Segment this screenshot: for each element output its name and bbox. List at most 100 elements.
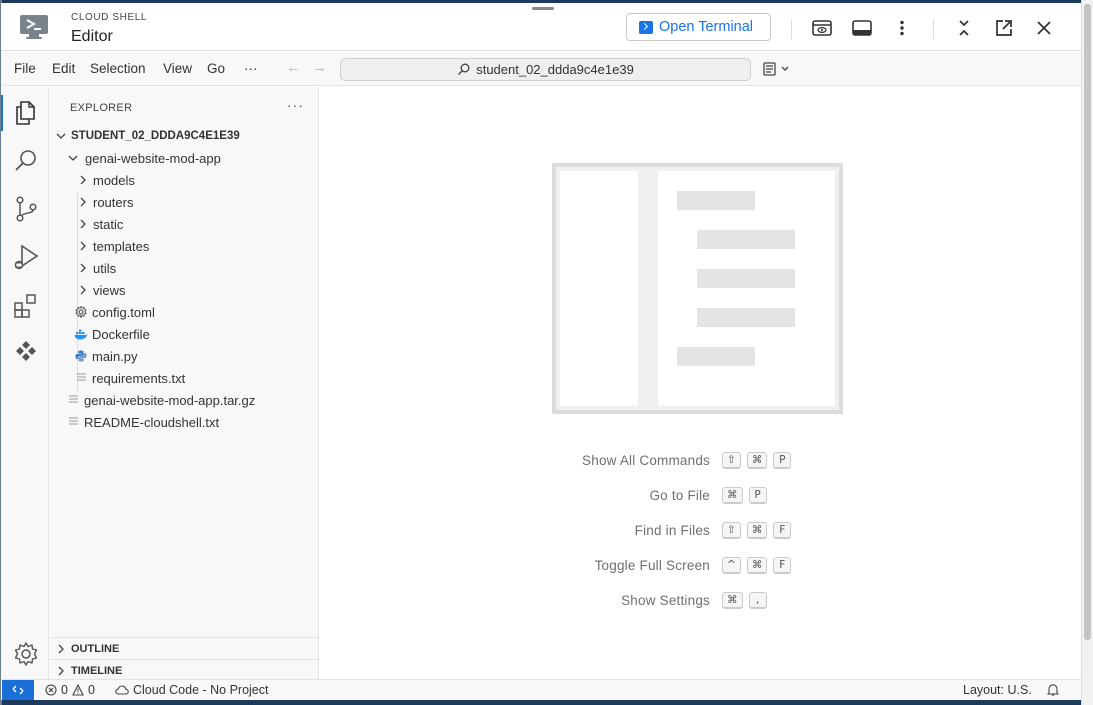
remote-indicator-button[interactable] (2, 680, 34, 700)
close-button[interactable] (1031, 15, 1057, 41)
tree-item-label: routers (93, 194, 134, 210)
open-new-window-button[interactable] (991, 15, 1017, 41)
drag-handle[interactable] (532, 7, 554, 10)
close-icon (1037, 21, 1051, 35)
tree-item-label: README-cloudshell.txt (84, 414, 220, 430)
page-scrollbar-thumb[interactable] (1084, 4, 1091, 640)
keyboard-layout-status[interactable]: Layout: U.S. (963, 683, 1032, 697)
shortcut-label: Show All Commands (582, 452, 710, 468)
toggle-panel-button[interactable] (849, 15, 875, 41)
settings-gear-icon[interactable] (12, 640, 40, 668)
text-file-icon (69, 395, 78, 403)
tree-item-folder[interactable]: genai-website-mod-app (50, 147, 319, 169)
outline-section[interactable]: OUTLINE (50, 637, 319, 659)
extensions-icon[interactable] (12, 291, 40, 319)
minimize-button[interactable] (951, 15, 977, 41)
chevron-down-icon (68, 155, 78, 161)
more-vert-icon (900, 20, 904, 36)
shortcut-label: Toggle Full Screen (594, 557, 710, 573)
bell-icon (1047, 684, 1059, 696)
more-options-button[interactable] (889, 15, 915, 41)
keycap: P (773, 451, 792, 469)
keycap: ⇧ (722, 451, 741, 469)
run-debug-icon[interactable] (12, 243, 40, 271)
tree-item-file[interactable]: main.py (50, 345, 319, 367)
forward-arrow-icon[interactable]: → (312, 59, 327, 76)
chevron-right-icon (80, 263, 86, 273)
error-icon (45, 684, 57, 696)
header-divider (791, 19, 792, 39)
chevron-right-icon (80, 197, 86, 207)
command-center-search[interactable]: student_02_ddda9c4e1e39 (340, 58, 751, 81)
open-in-new-icon (996, 20, 1012, 36)
keycap: ^ (722, 556, 741, 574)
tree-item-label: static (93, 216, 124, 232)
docker-icon (74, 329, 88, 339)
tree-item-file[interactable]: README-cloudshell.txt (50, 411, 319, 433)
tree-item-folder[interactable]: static (50, 213, 319, 235)
menu-file[interactable]: File (14, 61, 36, 76)
cloud-code-icon[interactable] (12, 339, 40, 367)
cloud-shell-editor-window: CLOUD SHELL Editor Open Terminal File Ed… (1, 3, 1081, 700)
tree-item-file[interactable]: genai-website-mod-app.tar.gz (50, 389, 319, 411)
chevron-right-icon (58, 666, 64, 675)
layout-controls-button[interactable] (763, 60, 793, 78)
cloud-code-status[interactable]: Cloud Code - No Project (115, 683, 268, 697)
notifications-button[interactable] (1047, 683, 1059, 696)
keycap: ⇧ (722, 521, 741, 539)
chevron-right-icon (58, 644, 64, 653)
tree-item-label: genai-website-mod-app.tar.gz (84, 392, 256, 408)
tree-item-folder[interactable]: routers (50, 191, 319, 213)
header-subtitle: CLOUD SHELL (71, 12, 148, 23)
chevron-right-icon (80, 219, 86, 229)
workspace-root[interactable]: STUDENT_02_DDDA9C4E1E39 (50, 125, 319, 147)
tree-item-file[interactable]: requirements.txt (50, 367, 319, 389)
keycap: ⌘ (746, 451, 768, 469)
keycap: ⌘ (722, 486, 743, 504)
keycap: ⌘ (746, 521, 768, 539)
keycap: ⌘ (746, 556, 768, 574)
editor-watermark-icon (552, 163, 843, 414)
tree-item-folder[interactable]: models (50, 169, 319, 191)
tree-item-label: config.toml (92, 304, 155, 320)
problems-indicator[interactable]: 0 0 (45, 683, 95, 697)
menu-view[interactable]: View (163, 61, 192, 76)
explorer-icon[interactable] (12, 99, 40, 127)
keycap: P (748, 486, 767, 504)
collapse-icon (959, 20, 969, 36)
shortcut-label: Show Settings (621, 592, 710, 608)
tree-item-file[interactable]: Dockerfile (50, 323, 319, 345)
command-center-text: student_02_ddda9c4e1e39 (476, 62, 634, 77)
editor-area: Show All Commands ⇧ ⌘ P Go to File ⌘ P F… (320, 87, 1081, 679)
open-terminal-button[interactable]: Open Terminal (626, 13, 771, 41)
header-title: Editor (71, 28, 113, 45)
tree-item-folder[interactable]: views (50, 279, 319, 301)
page-scrollbar[interactable] (1081, 0, 1093, 705)
python-icon (75, 350, 87, 362)
explorer-more-actions[interactable]: ··· (287, 97, 304, 113)
source-control-icon[interactable] (12, 195, 40, 223)
error-count: 0 (61, 683, 68, 697)
terminal-icon (639, 20, 653, 34)
menu-selection[interactable]: Selection (90, 61, 146, 76)
tree-item-folder[interactable]: utils (50, 257, 319, 279)
timeline-section[interactable]: TIMELINE (50, 659, 319, 681)
keyboard-layout-label: Layout: U.S. (963, 683, 1032, 697)
header-divider (933, 19, 934, 39)
menu-edit[interactable]: Edit (52, 61, 75, 76)
back-arrow-icon[interactable]: ← (286, 59, 301, 76)
tree-item-file[interactable]: config.toml (50, 301, 319, 323)
menu-go[interactable]: Go (207, 61, 225, 76)
web-preview-button[interactable] (809, 15, 835, 41)
cloud-shell-logo-icon (20, 15, 48, 39)
outline-section-label: OUTLINE (71, 642, 120, 655)
menu-bar: File Edit Selection View Go ··· ← → stud… (1, 52, 1081, 86)
tree-item-label: requirements.txt (92, 370, 186, 386)
workspace-root-label: STUDENT_02_DDDA9C4E1E39 (71, 130, 240, 142)
menu-more[interactable]: ··· (244, 61, 258, 76)
active-indicator (1, 95, 3, 131)
activity-bar (1, 87, 49, 679)
web-preview-icon (812, 20, 832, 36)
tree-item-folder[interactable]: templates (50, 235, 319, 257)
search-icon[interactable] (12, 147, 40, 175)
